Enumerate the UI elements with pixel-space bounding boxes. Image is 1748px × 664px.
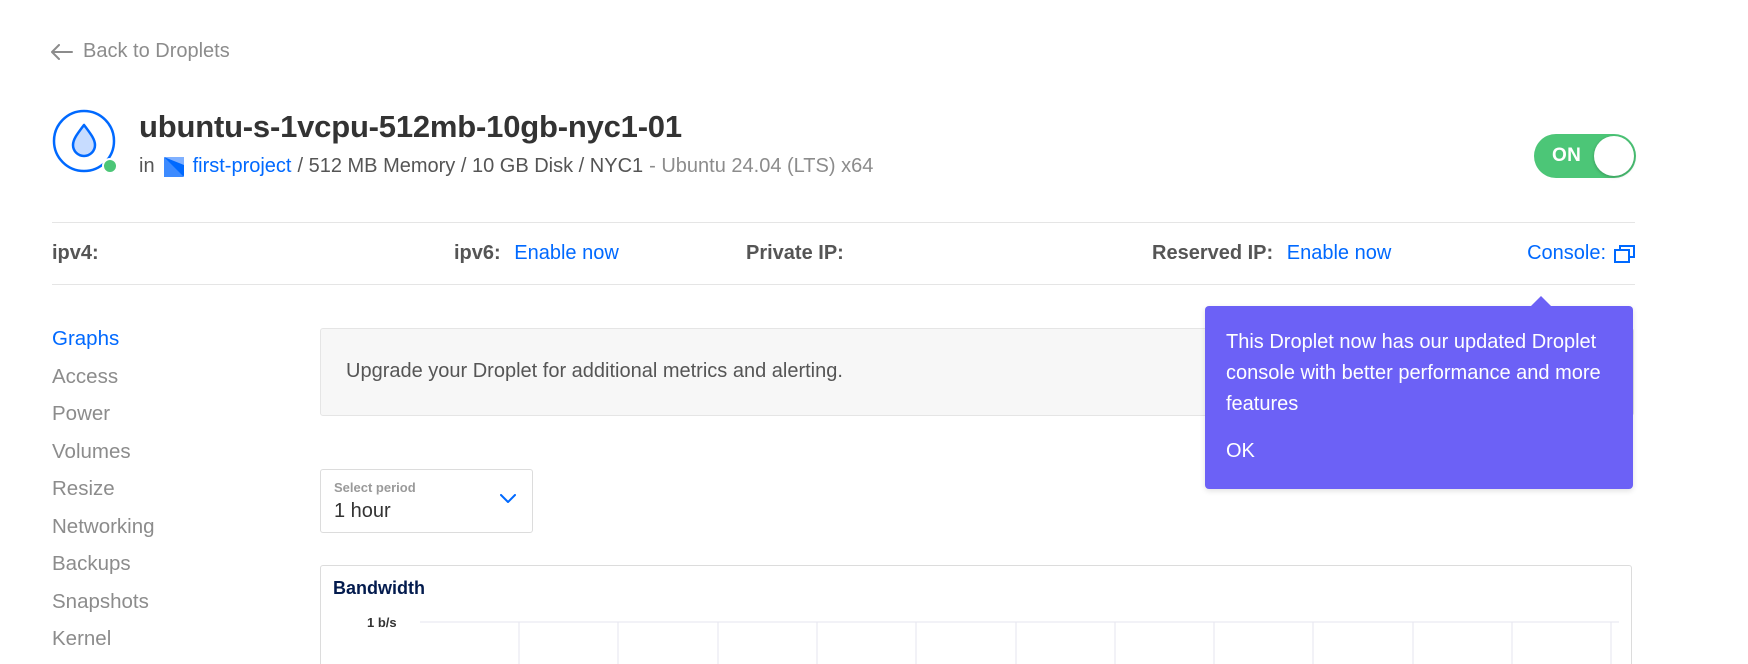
reserved-ip-label: Reserved IP:	[1152, 242, 1274, 264]
private-ip-item: Private IP:	[746, 242, 844, 265]
droplet-name: ubuntu-s-1vcpu-512mb-10gb-nyc1-01	[139, 109, 682, 144]
upgrade-banner-text: Upgrade your Droplet for additional metr…	[346, 360, 843, 382]
console-tooltip: This Droplet now has our updated Droplet…	[1205, 296, 1633, 489]
droplet-side-nav: Graphs Access Power Volumes Resize Netwo…	[52, 327, 155, 664]
back-link-label: Back to Droplets	[83, 40, 230, 62]
sidebar-item-power[interactable]: Power	[52, 402, 155, 440]
project-icon	[163, 156, 184, 177]
sidebar-item-graphs[interactable]: Graphs	[52, 327, 155, 365]
ipv6-enable-link[interactable]: Enable now	[514, 242, 619, 264]
droplet-specs: / 512 MB Memory / 10 GB Disk / NYC1	[297, 155, 644, 177]
external-window-icon	[1614, 244, 1635, 263]
console-label: Console:	[1527, 242, 1606, 264]
ipv4-item: ipv4:	[52, 242, 99, 265]
status-dot	[102, 158, 116, 173]
chart-title: Bandwidth	[333, 578, 425, 598]
in-label: in	[139, 155, 155, 177]
droplet-os: - Ubuntu 24.04 (LTS) x64	[649, 155, 874, 177]
chart-y-tick: 1 b/s	[367, 615, 397, 630]
chevron-down-icon	[500, 494, 516, 503]
ipv6-label: ipv6:	[454, 242, 501, 264]
period-select-label: Select period	[334, 480, 416, 495]
network-info-bar: ipv4: ipv6: Enable now Private IP: Reser…	[52, 222, 1635, 285]
tooltip-ok-button[interactable]: OK	[1226, 440, 1255, 463]
tooltip-message: This Droplet now has our updated Droplet…	[1226, 331, 1601, 415]
project-link[interactable]: first-project	[193, 155, 292, 178]
toggle-knob	[1594, 136, 1634, 176]
ipv6-item: ipv6: Enable now	[454, 242, 619, 265]
arrow-left-icon	[51, 43, 73, 60]
power-toggle[interactable]: ON	[1534, 134, 1636, 178]
sidebar-item-backups[interactable]: Backups	[52, 552, 155, 590]
droplet-meta: in first-project / 512 MB Memory / 10 GB…	[139, 155, 873, 178]
sidebar-item-volumes[interactable]: Volumes	[52, 440, 155, 478]
ipv4-label: ipv4:	[52, 242, 99, 264]
bandwidth-chart-grid	[420, 621, 1619, 664]
power-toggle-label: ON	[1552, 145, 1582, 166]
tooltip-arrow	[1531, 296, 1551, 306]
sidebar-item-networking[interactable]: Networking	[52, 515, 155, 553]
sidebar-item-access[interactable]: Access	[52, 365, 155, 403]
sidebar-item-snapshots[interactable]: Snapshots	[52, 590, 155, 628]
sidebar-item-kernel[interactable]: Kernel	[52, 627, 155, 664]
bandwidth-chart: Bandwidth 1 b/s	[320, 565, 1632, 664]
droplet-icon	[52, 109, 116, 173]
reserved-ip-enable-link[interactable]: Enable now	[1287, 242, 1392, 264]
droplet-detail-page: Back to Droplets ubuntu-s-1vcpu-512mb-10…	[0, 0, 1748, 664]
private-ip-label: Private IP:	[746, 242, 844, 264]
period-select-value: 1 hour	[334, 500, 391, 522]
sidebar-item-resize[interactable]: Resize	[52, 477, 155, 515]
console-link[interactable]: Console:	[1527, 242, 1635, 265]
back-to-droplets-link[interactable]: Back to Droplets	[51, 40, 230, 63]
period-select[interactable]: Select period 1 hour	[320, 469, 533, 533]
reserved-ip-item: Reserved IP: Enable now	[1152, 242, 1391, 265]
